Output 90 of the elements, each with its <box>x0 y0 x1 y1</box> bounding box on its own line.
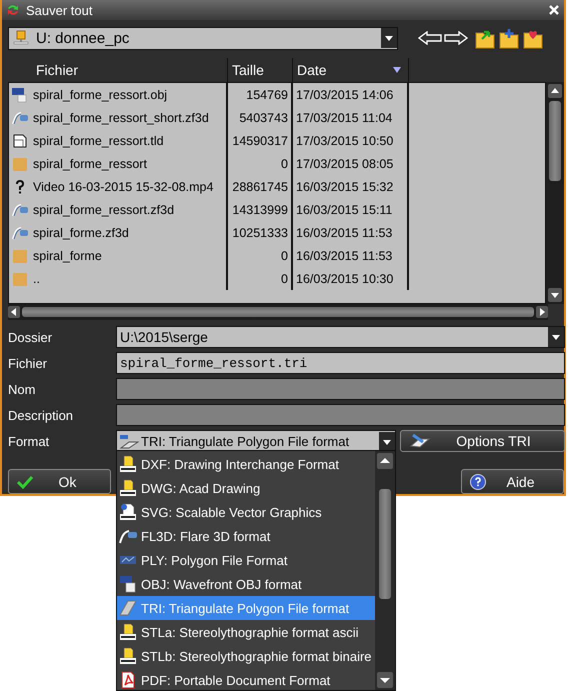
file-size: 28861745 <box>232 180 288 194</box>
document-icon <box>119 503 137 521</box>
file-size: 0 <box>281 272 288 286</box>
format-option[interactable]: STLa: Stereolythographie format ascii <box>117 620 375 644</box>
file-name[interactable]: spiral_forme_ressort.zf3d <box>33 202 174 216</box>
scroll-down-icon[interactable] <box>548 288 562 302</box>
format-option[interactable]: DXF: Drawing Interchange Format <box>117 452 375 476</box>
format-option[interactable]: SVG: Scalable Vector Graphics <box>117 500 375 524</box>
file-name[interactable]: .. <box>33 272 40 286</box>
file-name[interactable]: spiral_forme_ressort_short.zf3d <box>33 110 209 124</box>
file-size: 0 <box>281 248 288 262</box>
settings-icon <box>409 433 431 449</box>
window-title: Sauver tout <box>26 2 94 18</box>
file-size: 14313999 <box>232 202 288 216</box>
caret-icon <box>381 28 397 48</box>
3d-file-icon <box>119 527 137 545</box>
file-date: 17/03/2015 10:50 <box>296 134 394 148</box>
input-field[interactable]: spiral_forme_ressort.tri <box>116 352 565 374</box>
scroll-up-icon[interactable] <box>377 453 393 469</box>
document-icon <box>119 623 137 641</box>
caret-icon <box>379 432 395 452</box>
help-icon <box>470 474 486 490</box>
file-date: 16/03/2015 11:53 <box>296 248 392 262</box>
field-label: Fichier <box>8 356 48 370</box>
file-size: 154769 <box>246 88 288 102</box>
pdf-icon <box>119 671 137 689</box>
forward-arrow-icon[interactable] <box>444 31 468 45</box>
file-name[interactable]: Video 16-03-2015 15-32-08.mp4 <box>33 180 214 194</box>
3d-file-icon <box>12 110 28 126</box>
field-label: Dossier <box>8 330 54 344</box>
scroll-thumb[interactable] <box>379 489 391 599</box>
3d-object-icon <box>12 86 28 102</box>
scroll-thumb[interactable] <box>549 101 562 181</box>
options-button[interactable]: Options TRI <box>400 430 565 452</box>
triangle-plane-icon <box>119 434 139 450</box>
file-name[interactable]: spiral_forme_ressort.obj <box>33 88 168 102</box>
folder-icon <box>12 270 28 286</box>
file-date: 17/03/2015 11:04 <box>296 110 392 124</box>
vertical-scrollbar[interactable] <box>546 82 564 304</box>
folder-icon <box>12 156 28 172</box>
checkmark-icon <box>17 474 33 488</box>
network-drive-icon <box>13 30 29 46</box>
file-date: 16/03/2015 10:30 <box>296 272 394 286</box>
back-arrow-icon[interactable] <box>418 31 442 45</box>
triangle-plane-icon <box>119 599 137 617</box>
scroll-thumb[interactable] <box>22 307 534 317</box>
document-icon <box>119 647 137 665</box>
document-icon <box>12 132 28 148</box>
file-date: 16/03/2015 15:11 <box>296 202 392 216</box>
horizontal-scrollbar[interactable] <box>8 304 548 320</box>
scroll-left-icon[interactable] <box>8 306 20 318</box>
file-name[interactable]: spiral_forme_ressort <box>33 156 147 170</box>
format-option[interactable]: FL3D: Flare 3D format <box>117 524 375 548</box>
vertical-scrollbar[interactable] <box>375 451 395 690</box>
3d-file-icon <box>12 224 28 240</box>
file-size: 14590317 <box>232 134 288 148</box>
file-size: 5403743 <box>239 110 288 124</box>
format-option[interactable]: STLb: Stereolythographie format binaire <box>117 644 375 668</box>
file-name[interactable]: spiral_forme.zf3d <box>33 226 129 240</box>
file-size: 10251333 <box>232 226 288 240</box>
file-name[interactable]: spiral_forme <box>33 248 102 262</box>
scroll-right-icon[interactable] <box>536 306 548 318</box>
scroll-up-icon[interactable] <box>548 84 562 98</box>
document-icon <box>119 479 137 497</box>
file-name[interactable]: spiral_forme_ressort.tld <box>33 134 164 148</box>
folder-dropdown[interactable]: U:\2015\serge <box>116 326 565 348</box>
3d-file-icon <box>12 202 28 218</box>
folder-icon <box>12 248 28 264</box>
format-option[interactable]: DWG: Acad Drawing <box>117 476 375 500</box>
field-label: Nom <box>8 382 36 396</box>
file-date: 17/03/2015 14:06 <box>296 88 394 102</box>
format-option[interactable]: PLY: Polygon File Format <box>117 548 375 572</box>
file-date: 17/03/2015 08:05 <box>296 156 394 170</box>
format-option[interactable]: PDF: Portable Document Format <box>117 668 375 691</box>
scroll-down-icon[interactable] <box>377 672 393 688</box>
3d-object-icon <box>119 575 137 593</box>
close-icon[interactable] <box>549 5 559 15</box>
ok-button[interactable]: Ok <box>8 469 111 494</box>
drive-dropdown[interactable]: U: donnee_pc <box>8 26 398 50</box>
file-date: 16/03/2015 15:32 <box>296 180 394 194</box>
field-label: Format <box>8 434 50 449</box>
format-option[interactable]: TRI: Triangulate Polygon File format <box>117 596 375 620</box>
arrows-icon <box>6 3 20 17</box>
file-size: 0 <box>281 156 288 170</box>
file-date: 16/03/2015 11:53 <box>296 226 392 240</box>
document-icon <box>119 455 137 473</box>
format-option[interactable]: OBJ: Wavefront OBJ format <box>117 572 375 596</box>
field-label: Description <box>8 408 74 422</box>
help-button[interactable]: Aide <box>461 469 564 494</box>
new-folder-icon[interactable] <box>498 27 520 49</box>
